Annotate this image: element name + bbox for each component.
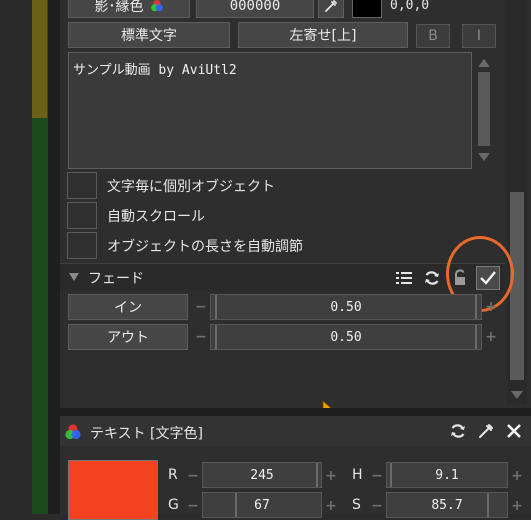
fade-in-minus-icon[interactable]: −	[194, 296, 208, 318]
fade-out-value: 0.50	[330, 329, 362, 345]
eyedropper-icon[interactable]	[318, 0, 344, 18]
fade-in-value: 0.50	[330, 299, 362, 315]
text-scrollbar-thumb[interactable]	[478, 72, 490, 146]
bold-button[interactable]: B	[416, 24, 450, 48]
s-value: 85.7	[431, 497, 463, 513]
refresh-icon[interactable]	[449, 422, 467, 440]
color-swatch[interactable]	[68, 460, 158, 520]
fade-in-slider[interactable]: 0.50	[210, 294, 482, 320]
h-minus-icon[interactable]: −	[370, 465, 384, 487]
h-value: 9.1	[435, 467, 459, 483]
font-select-button[interactable]: 標準文字	[68, 22, 230, 48]
fade-out-plus-icon[interactable]: +	[484, 326, 498, 348]
g-slider[interactable]: 67	[202, 492, 322, 518]
list-icon[interactable]	[395, 269, 413, 287]
panel-scroll-down-icon[interactable]	[509, 388, 525, 402]
shadow-color-button[interactable]: 影･縁色	[68, 0, 190, 18]
checkbox-auto-length[interactable]	[67, 232, 97, 259]
r-label: R	[168, 467, 178, 483]
fade-out-label[interactable]: アウト	[68, 324, 188, 350]
s-label: S	[352, 497, 361, 513]
s-slider[interactable]: 85.7	[386, 492, 508, 518]
h-slider[interactable]: 9.1	[386, 462, 508, 488]
color-panel-title: テキスト [文字色]	[90, 426, 203, 442]
italic-button[interactable]: I	[462, 24, 496, 48]
color-wheel-icon	[64, 423, 82, 441]
scroll-down-icon[interactable]	[476, 150, 492, 164]
color-wheel-icon	[150, 0, 164, 13]
r-slider[interactable]: 245	[202, 462, 322, 488]
checkbox-label-auto-scroll: 自動スクロール	[107, 209, 205, 225]
text-content-area[interactable]: サンプル動画 by AviUtl2	[68, 52, 472, 169]
r-minus-icon[interactable]: −	[186, 465, 200, 487]
fade-out-minus-icon[interactable]: −	[194, 326, 208, 348]
timeline-clip-yellow[interactable]	[32, 0, 48, 118]
align-select-button[interactable]: 左寄せ[上]	[238, 22, 408, 48]
fade-in-label[interactable]: イン	[68, 294, 188, 320]
fade-title: フェード	[88, 271, 144, 287]
shadow-color-swatch[interactable]	[352, 0, 382, 18]
panel-gap	[60, 408, 531, 416]
fade-in-plus-icon[interactable]: +	[484, 296, 498, 318]
timeline-clip-green[interactable]	[32, 118, 48, 514]
r-value: 245	[250, 467, 274, 483]
h-plus-icon[interactable]: +	[510, 465, 524, 487]
eyedropper-icon[interactable]	[477, 422, 495, 440]
r-plus-icon[interactable]: +	[324, 465, 338, 487]
g-label: G	[168, 497, 179, 513]
timeline-strip	[0, 0, 32, 514]
close-icon[interactable]	[505, 422, 523, 440]
checkbox-label-auto-length: オブジェクトの長さを自動調節	[107, 239, 303, 255]
text-content-value: サンプル動画 by AviUtl2	[73, 63, 237, 78]
panel-divider	[48, 0, 60, 514]
color-readout: 0,0,0	[390, 0, 430, 13]
h-label: H	[352, 467, 363, 483]
checkbox-label-per-char: 文字毎に個別オブジェクト	[107, 179, 275, 195]
refresh-icon[interactable]	[423, 269, 441, 287]
checkbox-per-char-object[interactable]	[67, 172, 97, 199]
shadow-color-label: 影･縁色	[94, 0, 144, 15]
scroll-up-icon[interactable]	[476, 56, 492, 70]
shadow-color-hex[interactable]: 000000	[196, 0, 314, 18]
checkbox-auto-scroll[interactable]	[67, 202, 97, 229]
g-value: 67	[254, 497, 270, 513]
collapse-triangle-icon[interactable]	[68, 271, 80, 283]
fade-out-slider[interactable]: 0.50	[210, 324, 482, 350]
